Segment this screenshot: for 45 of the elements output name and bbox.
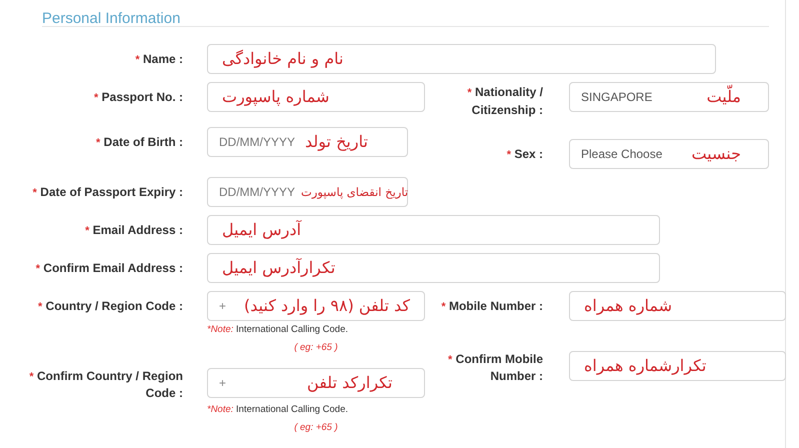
annotation-text: تاریخ انقضای پاسپورت <box>301 184 408 201</box>
note-label: *Note: <box>207 404 234 415</box>
field-label: * Nationality / Citizenship : <box>466 84 543 119</box>
note-text: International Calling Code. <box>236 324 348 335</box>
example-text: ( eg: +65 ) <box>293 422 339 434</box>
field-label: * Country / Region Code : <box>37 298 183 314</box>
text-field[interactable]: شماره پاسپورت <box>207 82 425 112</box>
phone-code-field[interactable]: + کد تلفن (۹۸ را وارد کنید) <box>207 291 425 321</box>
field-label: * Sex : <box>506 146 543 162</box>
field-label: * Passport No. : <box>93 88 183 106</box>
text-field[interactable]: تکرارشماره همراه <box>569 351 786 381</box>
annotation-text: تکرارشماره همراه <box>584 356 706 376</box>
text-field[interactable]: آدرس ایمیل <box>207 215 660 245</box>
section-title: Personal Information <box>42 10 180 28</box>
plus-sign: + <box>219 376 226 390</box>
annotation-text: کد تلفن (۹۸ را وارد کنید) <box>244 296 410 316</box>
annotation-text: آدرس ایمیل <box>222 220 302 240</box>
field-value: Please Choose <box>581 147 662 161</box>
plus-sign: + <box>219 299 226 313</box>
annotation-text: شماره پاسپورت <box>222 87 330 107</box>
field-label: * Email Address : <box>84 222 183 238</box>
field-label: * Confirm Email Address : <box>34 260 183 276</box>
field-label: * Date of Birth : <box>95 134 183 150</box>
field-label: * Mobile Number : <box>440 298 543 314</box>
annotation-text: شماره همراه <box>584 296 672 316</box>
field-label: * Name : <box>134 50 183 68</box>
note-text: International Calling Code. <box>236 404 348 415</box>
annotation-text: تاریخ تولد <box>305 132 368 152</box>
text-field[interactable]: شماره همراه <box>569 291 786 321</box>
annotation-text: ملّیت <box>706 87 741 107</box>
field-label: * Date of Passport Expiry : <box>32 184 183 200</box>
placeholder-text: DD/MM/YYYY <box>219 185 296 199</box>
annotation-text: نام و نام خانوادگی <box>222 49 344 69</box>
field-label: * Confirm Country / Region Code : <box>28 368 183 401</box>
annotation-text: تکرارکد تلفن <box>307 373 392 393</box>
annotation-text: جنسیت <box>691 144 741 164</box>
field-label: * Confirm Mobile Number : <box>447 351 543 384</box>
example-text: ( eg: +65 ) <box>293 342 339 354</box>
text-field[interactable]: تکرارآدرس ایمیل <box>207 253 660 283</box>
text-field[interactable]: نام و نام خانوادگی <box>207 44 716 74</box>
annotation-text: تکرارآدرس ایمیل <box>222 258 336 278</box>
field-value: SINGAPORE <box>581 90 652 104</box>
placeholder-text: DD/MM/YYYY <box>219 135 296 149</box>
phone-code-field[interactable]: + تکرارکد تلفن <box>207 368 425 398</box>
note-label: *Note: <box>207 324 234 335</box>
